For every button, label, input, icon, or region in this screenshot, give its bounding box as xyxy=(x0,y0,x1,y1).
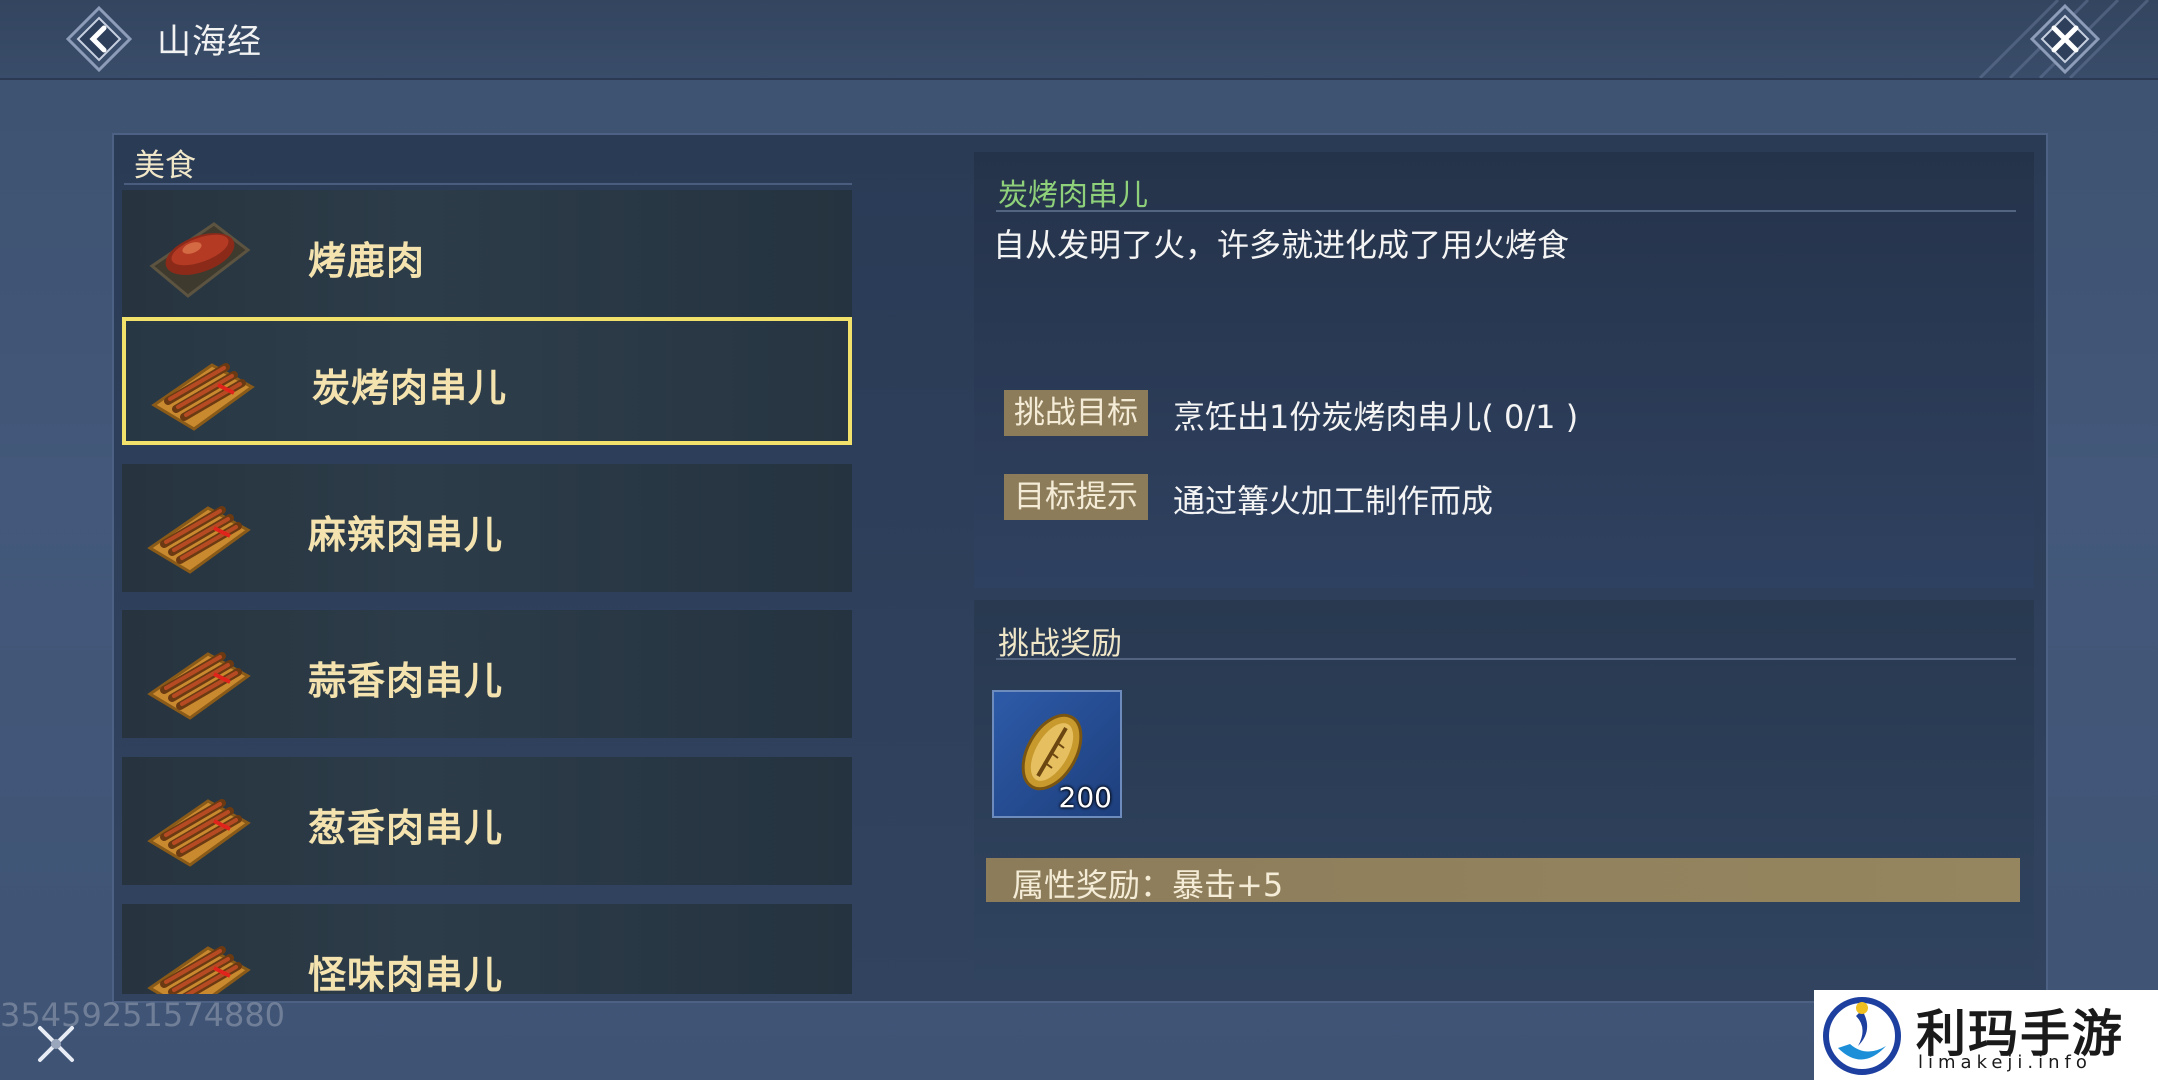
food-item-charcoal-skewer[interactable]: 炭烤肉串儿 xyxy=(122,317,852,445)
close-icon xyxy=(2029,3,2101,75)
roast-venison-icon xyxy=(149,222,251,298)
divider xyxy=(996,658,2016,660)
food-item-label: 蒜香肉串儿 xyxy=(308,659,504,703)
close-button[interactable] xyxy=(2028,2,2102,76)
detail-title: 炭烤肉串儿 xyxy=(998,178,1148,213)
reward-item-slot[interactable]: 200 xyxy=(992,690,1122,818)
watermark: 利玛手游 limakeji.info xyxy=(1814,990,2158,1080)
food-item-label: 炭烤肉串儿 xyxy=(312,366,508,410)
food-item-roast-venison[interactable]: 烤鹿肉 xyxy=(122,190,852,318)
reward-item-count: 200 xyxy=(1058,781,1112,814)
meat-skewer-icon xyxy=(147,506,251,574)
watermark-logo-icon xyxy=(1823,997,1901,1075)
meat-skewer-icon xyxy=(147,652,251,720)
meat-skewer-icon xyxy=(151,363,255,431)
food-item-label: 烤鹿肉 xyxy=(308,239,426,283)
food-item-label: 怪味肉串儿 xyxy=(308,953,504,994)
reward-title: 挑战奖励 xyxy=(998,626,1122,662)
meat-skewer-icon xyxy=(147,799,251,867)
challenge-target-tag: 挑战目标 xyxy=(1004,390,1148,436)
close-shortcut-button[interactable] xyxy=(32,1020,80,1068)
divider xyxy=(124,183,852,185)
divider xyxy=(996,210,2016,212)
food-item-scallion-skewer[interactable]: 葱香肉串儿 xyxy=(122,757,852,885)
crossed-swords-icon xyxy=(38,1026,74,1062)
target-hint-text: 通过篝火加工制作而成 xyxy=(1173,482,1494,520)
reward-panel xyxy=(974,600,2034,980)
attribute-reward-bar: 属性奖励：暴击+5 xyxy=(986,858,2020,904)
meat-skewer-icon xyxy=(147,946,251,994)
back-arrow-icon xyxy=(65,5,133,73)
food-item-weird-skewer[interactable]: 怪味肉串儿 xyxy=(122,904,852,994)
challenge-target-text: 烹饪出1份炭烤肉串儿( 0/1 ) xyxy=(1173,398,1579,436)
food-item-garlic-skewer[interactable]: 蒜香肉串儿 xyxy=(122,610,852,738)
food-list-header: 美食 xyxy=(134,148,196,184)
top-bar xyxy=(0,0,2158,80)
attribute-reward-text: 属性奖励：暴击+5 xyxy=(1012,866,1284,904)
detail-description: 自从发明了火，许多就进化成了用火烤食 xyxy=(993,226,1570,264)
back-button[interactable] xyxy=(64,4,134,74)
food-item-label: 葱香肉串儿 xyxy=(308,806,504,850)
food-list[interactable]: 烤鹿肉 炭烤肉串儿 麻辣肉串儿 蒜香肉串儿 葱香肉串儿 怪味肉串儿 xyxy=(120,186,860,994)
food-item-spicy-skewer[interactable]: 麻辣肉串儿 xyxy=(122,464,852,592)
page-title: 山海经 xyxy=(157,22,262,62)
detail-panel xyxy=(974,152,2034,588)
watermark-url: limakeji.info xyxy=(1918,1052,2092,1073)
food-item-label: 麻辣肉串儿 xyxy=(308,513,504,557)
target-hint-tag: 目标提示 xyxy=(1004,474,1148,520)
